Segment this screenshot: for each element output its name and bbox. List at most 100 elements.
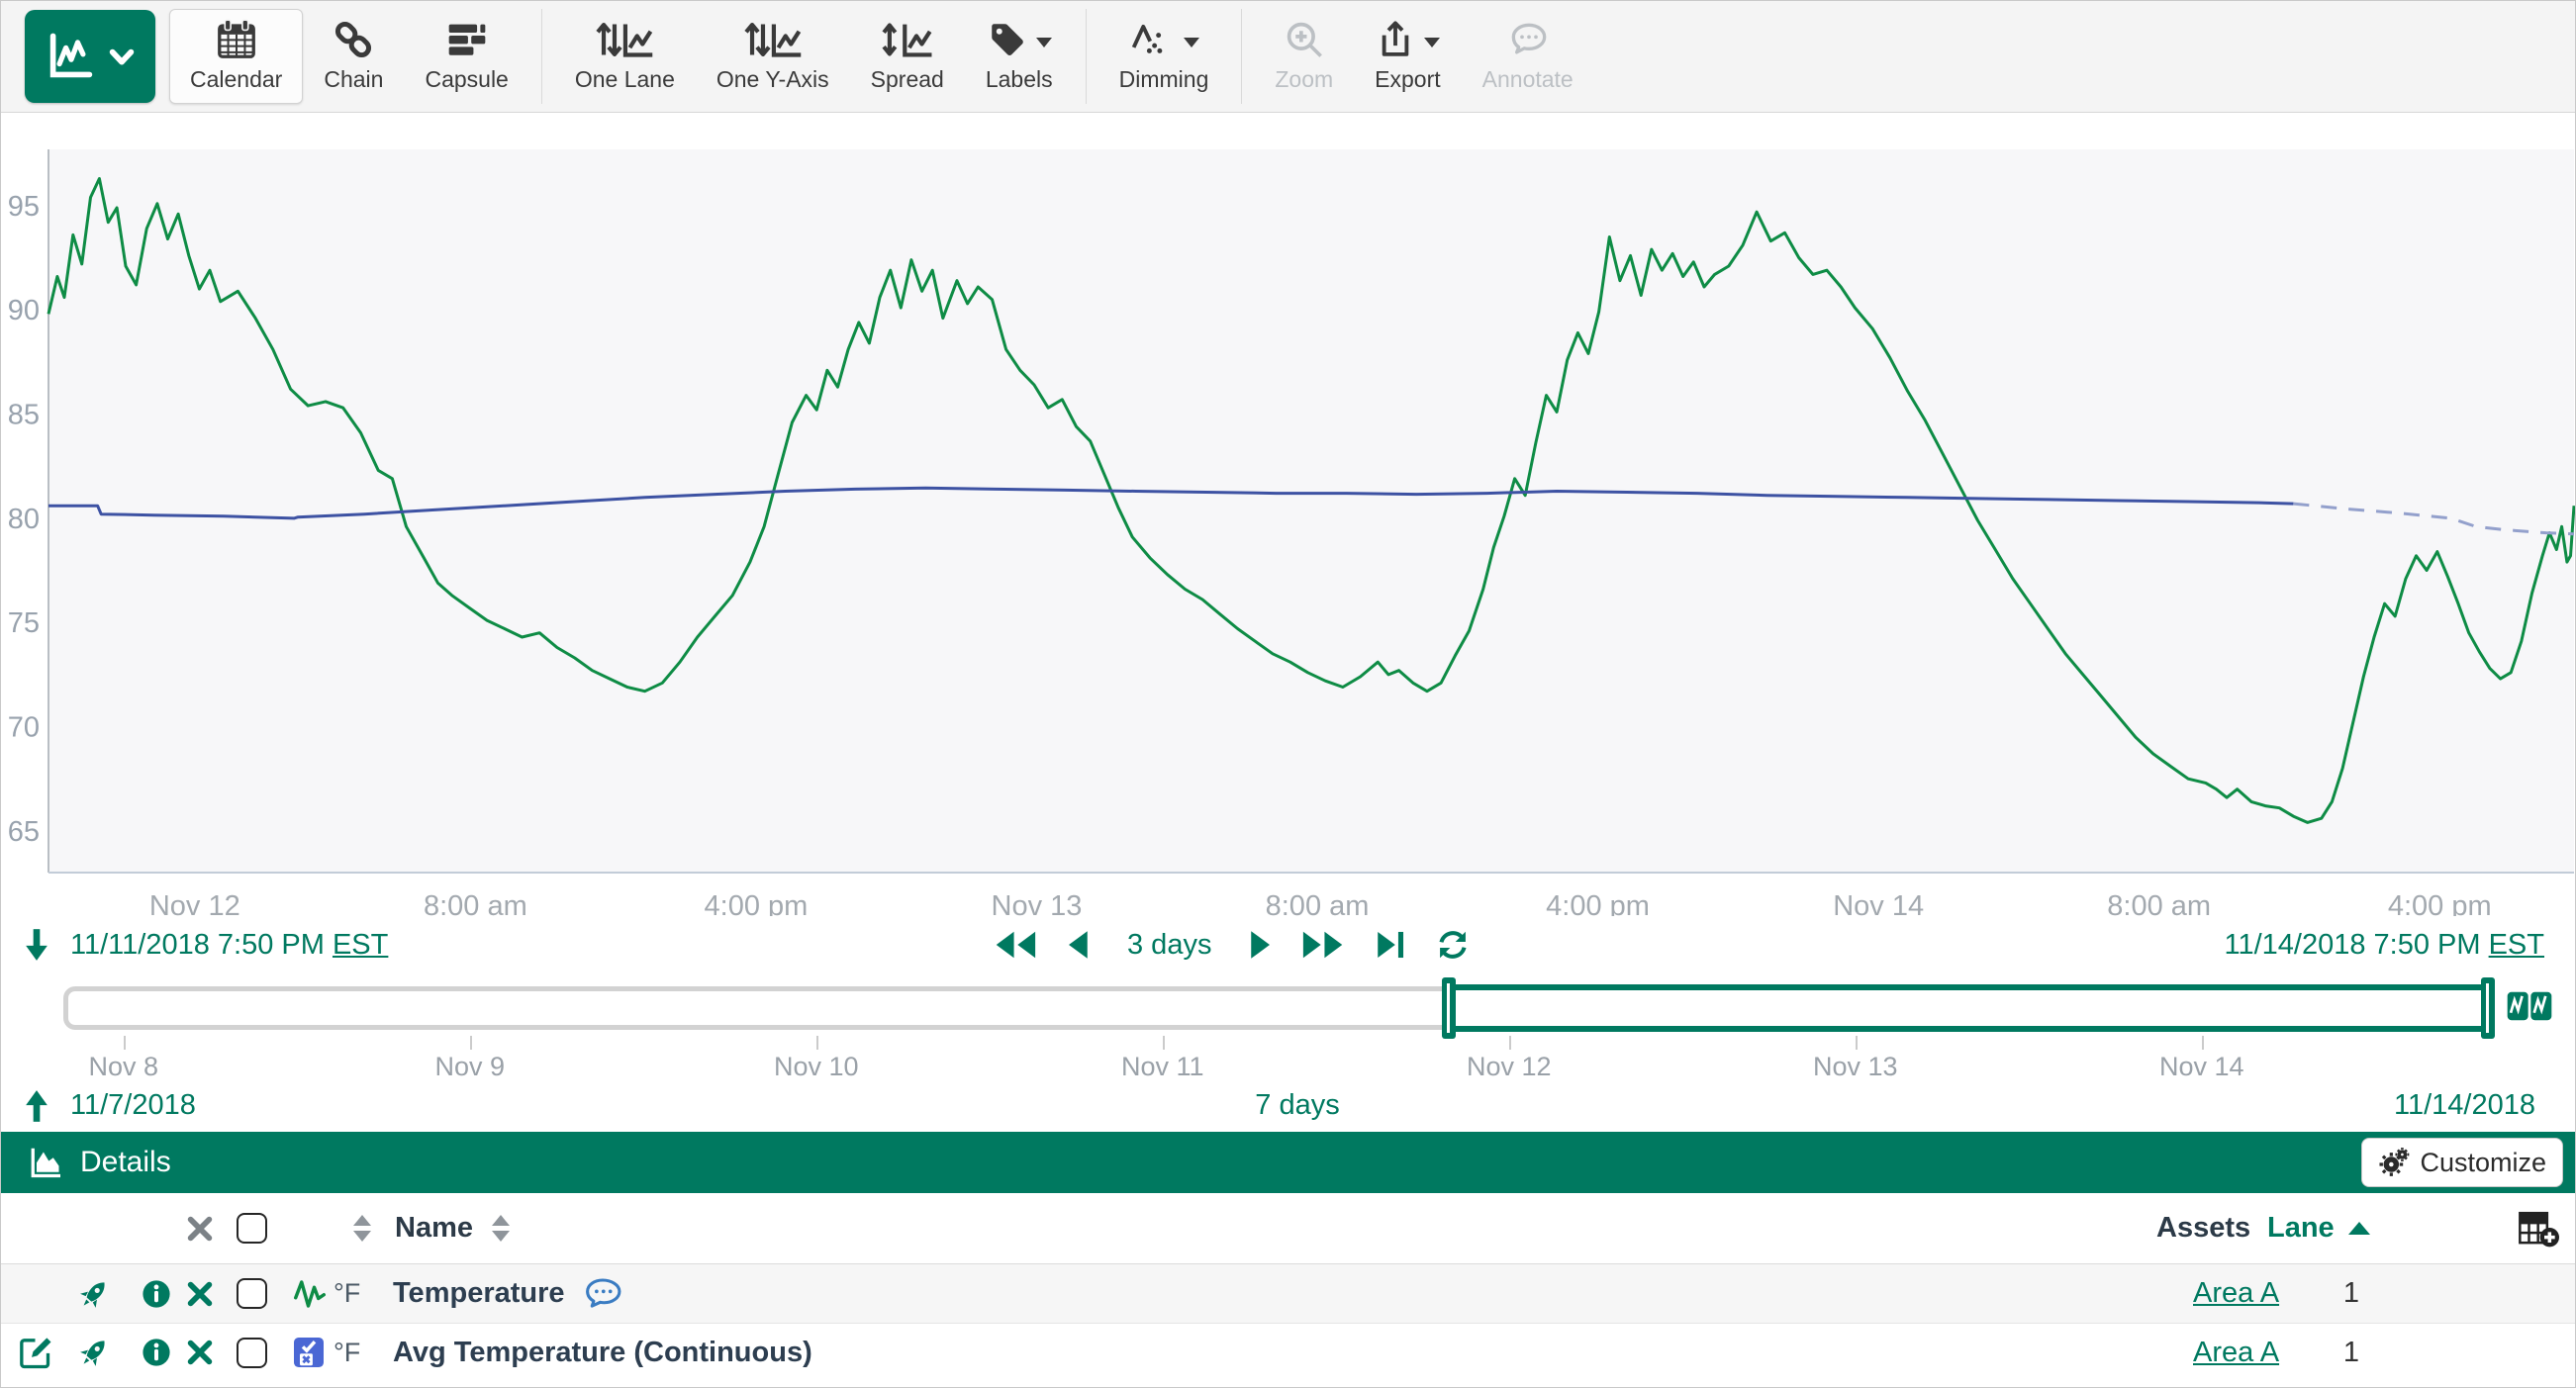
chain-icon bbox=[332, 18, 375, 61]
lane-column-header[interactable]: Lane bbox=[2267, 1193, 2335, 1263]
table-row: °FAvg Temperature (Continuous)Area A1 bbox=[1, 1323, 2575, 1381]
slider-selection[interactable] bbox=[1449, 984, 2488, 1032]
details-panel-header: Details Customize bbox=[1, 1132, 2575, 1193]
timezone-link[interactable]: EST bbox=[333, 929, 388, 961]
toolbar-button-one-lane[interactable]: One Lane bbox=[554, 9, 696, 104]
investigate-start-group: 11/7/2018 bbox=[17, 1079, 196, 1132]
investigate-duration[interactable]: 7 days bbox=[1255, 1089, 1339, 1122]
annotation-bubble-icon[interactable] bbox=[583, 1277, 622, 1311]
toolbar-separator bbox=[541, 9, 542, 104]
row-checkbox[interactable] bbox=[237, 1324, 267, 1381]
details-title: Details bbox=[80, 1146, 171, 1179]
remove-icon[interactable] bbox=[185, 1324, 215, 1381]
investigate-end-date[interactable]: 11/14/2018 bbox=[2394, 1089, 2535, 1122]
arrow-up-icon[interactable] bbox=[17, 1083, 56, 1129]
step-back-full-icon[interactable] bbox=[993, 927, 1038, 963]
display-range-duration[interactable]: 3 days bbox=[1127, 929, 1211, 962]
worksheet-view-dropdown[interactable] bbox=[25, 10, 155, 103]
refresh-icon[interactable] bbox=[1435, 927, 1471, 963]
start-datetime[interactable]: 11/11/2018 7:50 PM bbox=[70, 929, 325, 961]
info-icon[interactable] bbox=[140, 1264, 173, 1323]
zoom-icon bbox=[1284, 19, 1325, 60]
assets-column-header[interactable]: Assets bbox=[2156, 1193, 2250, 1263]
lane-value: 1 bbox=[2332, 1264, 2371, 1323]
dimming-icon bbox=[1128, 19, 1176, 60]
slider-tick bbox=[470, 1036, 472, 1050]
investigate-start-date[interactable]: 11/7/2018 bbox=[70, 1089, 196, 1122]
labels-icon bbox=[987, 19, 1028, 60]
capsule-icon bbox=[445, 18, 489, 61]
item-name[interactable]: Temperature bbox=[393, 1264, 622, 1323]
display-range-end[interactable]: 11/14/2018 7:50 PM EST bbox=[2224, 929, 2544, 962]
display-range-end-group: 11/14/2018 7:50 PM EST bbox=[2224, 913, 2544, 976]
toolbar-button-spread[interactable]: Spread bbox=[850, 9, 965, 104]
y-axis-tick-label: 85 bbox=[8, 400, 40, 431]
toolbar-button-capsule[interactable]: Capsule bbox=[404, 9, 528, 104]
investigate-range-slider: Nov 8Nov 9Nov 10Nov 11Nov 12Nov 13Nov 14 bbox=[1, 976, 2575, 1079]
end-datetime[interactable]: 11/14/2018 7:50 PM bbox=[2224, 929, 2480, 961]
toolbar: Calendar Chain Capsule One Lane One Y-Axis Sp… bbox=[1, 1, 2575, 113]
asset-link[interactable]: Area A bbox=[2193, 1264, 2279, 1323]
toolbar-button-dimming[interactable]: Dimming bbox=[1098, 9, 1230, 104]
slider-tick bbox=[124, 1036, 126, 1050]
y-axis-tick-label: 95 bbox=[8, 191, 40, 223]
info-icon[interactable] bbox=[140, 1324, 173, 1381]
spread-icon bbox=[879, 18, 936, 61]
caret-down-icon bbox=[1036, 38, 1052, 47]
details-table: Name Assets Lane °FTemperatureArea A1°FA… bbox=[1, 1193, 2575, 1381]
select-all-checkbox[interactable] bbox=[237, 1193, 267, 1263]
row-checkbox[interactable] bbox=[237, 1264, 267, 1323]
toolbar-button-label: Capsule bbox=[425, 66, 508, 93]
slider-handle-right[interactable] bbox=[2481, 977, 2495, 1039]
seeq-workbench-window: Calendar Chain Capsule One Lane One Y-Axis Sp… bbox=[0, 0, 2576, 1388]
annotate-icon bbox=[1506, 20, 1550, 59]
toolbar-button-label: Annotate bbox=[1482, 66, 1574, 93]
remove-all-icon[interactable] bbox=[185, 1193, 215, 1263]
slider-handle-left[interactable] bbox=[1442, 977, 1456, 1039]
item-name[interactable]: Avg Temperature (Continuous) bbox=[393, 1324, 812, 1381]
asset-link[interactable]: Area A bbox=[2193, 1324, 2279, 1381]
toolbar-button-label: Spread bbox=[871, 66, 944, 93]
step-back-half-icon[interactable] bbox=[1066, 927, 1090, 963]
caret-down-icon bbox=[1184, 38, 1199, 47]
display-range-start[interactable]: 11/11/2018 7:50 PM EST bbox=[70, 929, 388, 962]
capsule-time-icon[interactable] bbox=[2507, 988, 2552, 1024]
step-forward-half-icon[interactable] bbox=[1249, 927, 1273, 963]
toolbar-button-export[interactable]: Export bbox=[1354, 9, 1461, 104]
toolbar-button-one-y-axis[interactable]: One Y-Axis bbox=[696, 9, 850, 104]
range-step-controls: 3 days bbox=[993, 913, 1471, 976]
lanes-icon bbox=[742, 18, 804, 61]
toolbar-button-chain[interactable]: Chain bbox=[303, 9, 404, 104]
investigate-end-group: 11/14/2018 bbox=[2394, 1079, 2535, 1132]
investigate-range-bar: 11/7/2018 7 days 11/14/2018 bbox=[1, 1079, 2575, 1132]
step-forward-full-icon[interactable] bbox=[1300, 927, 1346, 963]
timezone-link[interactable]: EST bbox=[2489, 929, 2544, 961]
customize-button[interactable]: Customize bbox=[2361, 1138, 2563, 1187]
lane-sort-asc-icon[interactable] bbox=[2348, 1193, 2370, 1263]
toolbar-button-label: One Y-Axis bbox=[716, 66, 829, 93]
toolbar-button-label: Calendar bbox=[190, 66, 282, 93]
slider-tick bbox=[1509, 1036, 1511, 1050]
arrow-down-icon[interactable] bbox=[17, 922, 56, 968]
toolbar-button-label: Dimming bbox=[1119, 66, 1209, 93]
remove-icon[interactable] bbox=[185, 1264, 215, 1323]
edit-icon[interactable] bbox=[15, 1324, 56, 1381]
export-icon bbox=[1375, 19, 1416, 60]
toolbar-button-calendar[interactable]: Calendar bbox=[169, 9, 303, 104]
sort-icon[interactable] bbox=[492, 1193, 510, 1263]
restore-defaults-icon[interactable] bbox=[76, 1264, 112, 1323]
display-range-start-group: 11/11/2018 7:50 PM EST bbox=[17, 913, 388, 976]
restore-defaults-icon[interactable] bbox=[76, 1324, 112, 1381]
toolbar-button-labels[interactable]: Labels bbox=[965, 9, 1074, 104]
sort-icon[interactable] bbox=[353, 1193, 371, 1263]
display-range-bar: 11/11/2018 7:50 PM EST 3 days 11/14/2018… bbox=[1, 913, 2575, 976]
toolbar-separator bbox=[1086, 9, 1087, 104]
step-to-now-icon[interactable] bbox=[1374, 927, 1407, 963]
toolbar-button-label: Labels bbox=[986, 66, 1053, 93]
add-column-icon[interactable] bbox=[2516, 1193, 2561, 1263]
name-column-header[interactable]: Name bbox=[395, 1193, 473, 1263]
trend-chart[interactable]: 65707580859095Nov 128:00 am4:00 pmNov 13… bbox=[1, 113, 2576, 916]
investigate-duration-group: 7 days bbox=[1255, 1079, 1339, 1132]
y-axis-tick-label: 65 bbox=[8, 816, 40, 848]
slider-tick bbox=[2202, 1036, 2204, 1050]
